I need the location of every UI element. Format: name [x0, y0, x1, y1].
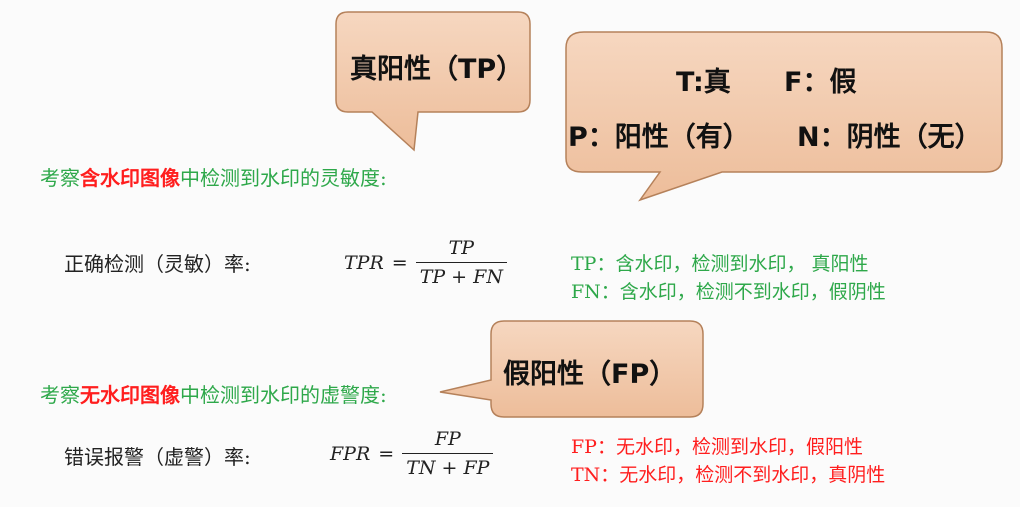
fpr-heading: 考察无水印图像中检测到水印的虚警度: — [40, 379, 387, 408]
fpr-heading-highlight: 无水印图像 — [80, 383, 180, 407]
tpr-note-tp: TP：含水印，检测到水印， 真阳性 — [571, 253, 869, 275]
tpr-numerator: TP — [448, 237, 475, 259]
tpr-formula-lhs: TPR — [344, 251, 384, 274]
fpr-heading-prefix: 考察 — [40, 383, 80, 407]
tpr-denominator: TP + FN — [419, 266, 503, 288]
tpr-heading-highlight: 含水印图像 — [80, 166, 180, 190]
fpr-label: 错误报警（虚警）率: — [64, 445, 251, 469]
tpr-heading-suffix: 中检测到水印的灵敏度: — [180, 166, 387, 190]
tpr-heading-prefix: 考察 — [40, 166, 80, 190]
tpr-fraction: TP TP + FN — [415, 237, 507, 288]
callout-tp-label: 真阳性（TP） — [350, 54, 524, 85]
fpr-note-tn: TN：无水印，检测不到水印，真阴性 — [571, 464, 886, 486]
fpr-heading-suffix: 中检测到水印的虚警度: — [180, 383, 387, 407]
fpr-formula-eq: = — [378, 442, 395, 465]
fpr-numerator: FP — [434, 428, 461, 450]
tpr-heading: 考察含水印图像中检测到水印的灵敏度: — [40, 162, 387, 191]
tpr-note-fn: FN：含水印，检测不到水印，假阴性 — [571, 281, 886, 303]
fpr-formula-lhs: FPR — [330, 442, 371, 465]
tpr-formula: TPR = TP TP + FN — [344, 237, 507, 288]
tpr-label: 正确检测（灵敏）率: — [64, 252, 251, 276]
fpr-fraction: FP TN + FP — [402, 428, 494, 479]
tpr-formula-eq: = — [391, 251, 408, 274]
legend-false: F：假 — [784, 67, 857, 98]
legend-negative: N：阴性（无） — [797, 122, 982, 153]
legend-true: T:真 — [676, 67, 731, 98]
fpr-note-fp: FP：无水印，检测到水印，假阳性 — [571, 436, 863, 458]
callout-fp-label: 假阳性（FP） — [503, 359, 677, 390]
fpr-denominator: TN + FP — [406, 457, 490, 479]
fpr-formula: FPR = FP TN + FP — [330, 428, 494, 479]
legend-positive: P：阳性（有） — [568, 122, 750, 153]
